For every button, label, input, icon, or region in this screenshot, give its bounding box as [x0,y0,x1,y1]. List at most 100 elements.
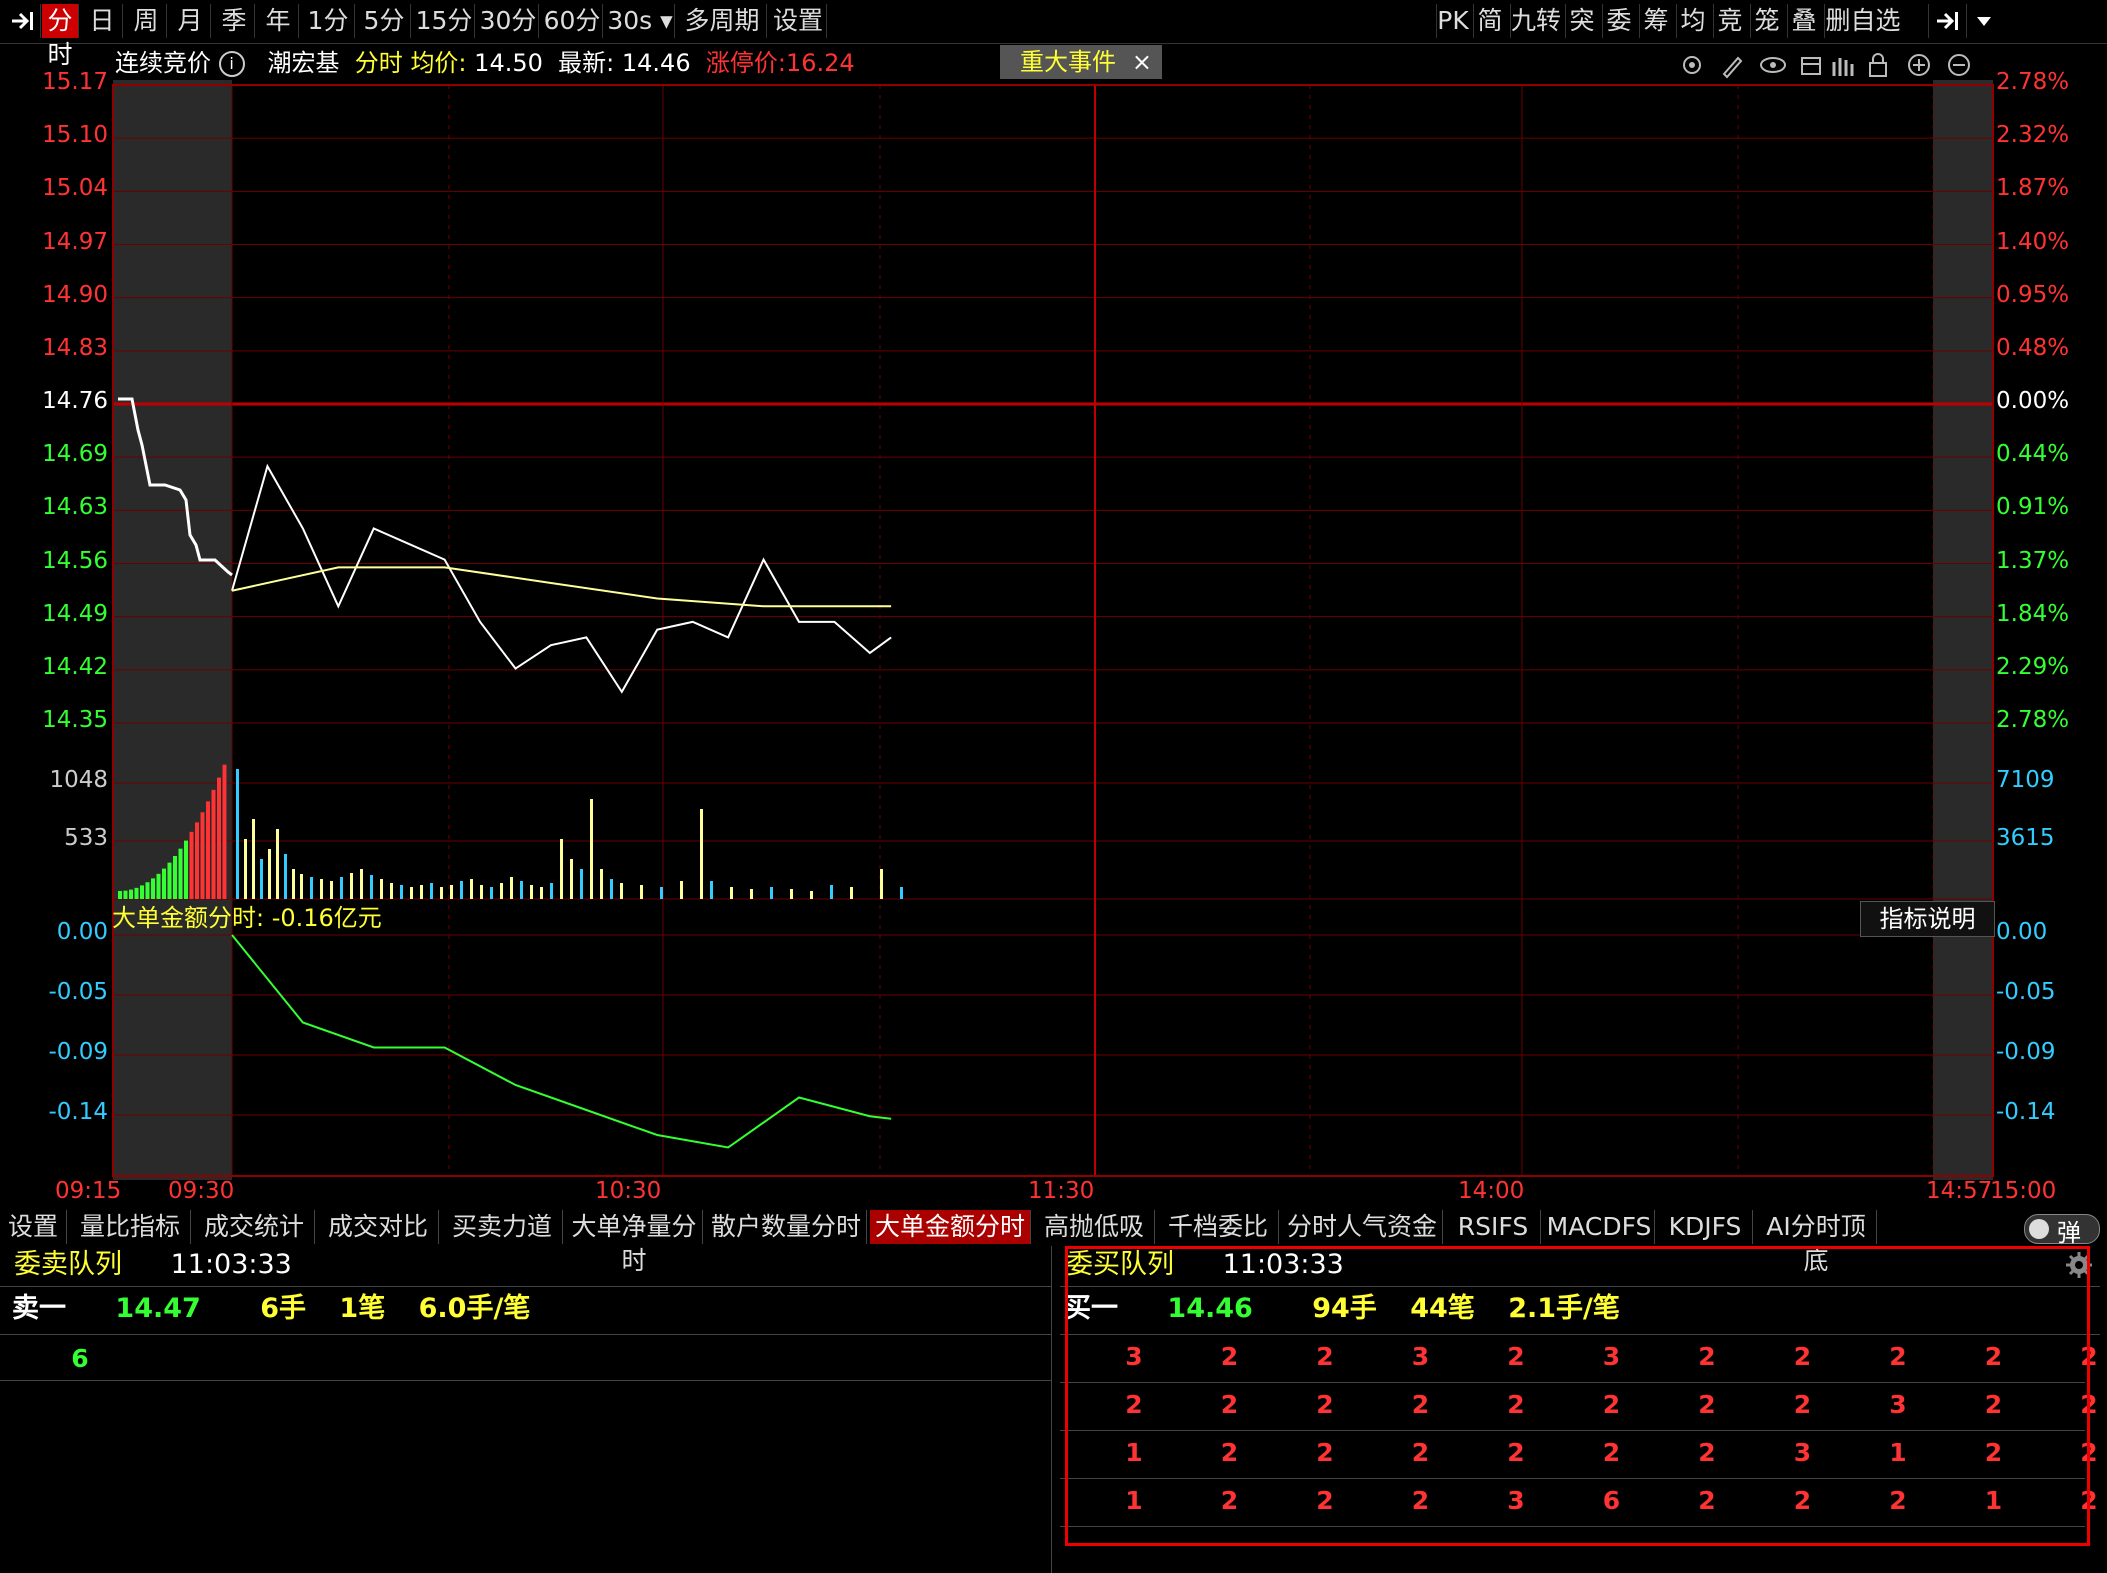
volume-bar [570,859,573,899]
time-tick: 14:00 [1458,1178,1525,1204]
indicator-tab-12[interactable]: MACDFS [1544,1210,1655,1244]
buy-order-item: 2 [1698,1390,1716,1419]
price-tick-left: 14.63 [42,494,108,521]
buy-level: 买一 [1064,1293,1118,1324]
volume-bar [410,887,413,899]
volume-bar [610,879,613,899]
auction-volume-bar [195,822,199,899]
price-tick-left: 15.17 [42,69,108,95]
pct-tick-right: 2.32% [1996,122,2070,149]
buy-order-item: 2 [1793,1390,1812,1419]
avg-price-line [231,566,892,608]
indicator-tab-6[interactable]: 散户数量分时 [706,1210,867,1244]
auction-volume-bar [156,873,161,899]
buy-order-item: 2 [1698,1342,1716,1371]
indicator-tab-14[interactable]: AI分时顶底 [1756,1210,1877,1275]
price-tick-left: 14.90 [42,281,108,308]
auction-volume-bar [178,848,183,899]
indicator-explain-button[interactable]: 指标说明 [1860,901,1995,937]
buy-order-item: 2 [1889,1486,1907,1515]
volume-bar [700,809,703,899]
indicator-tab-0[interactable]: 设置 [0,1210,67,1244]
indicator-title: 大单金额分时: -0.16亿元 [112,904,382,932]
volume-bar [260,859,263,899]
volume-bar [900,887,903,899]
buy-order-item: 3 [1602,1342,1621,1371]
indicator-tick-right: -0.09 [1996,1039,2056,1065]
buy-orders: 44笔 [1410,1293,1475,1324]
indicator-tab-1[interactable]: 量比指标 [70,1210,191,1244]
indicator-tab-2[interactable]: 成交统计 [194,1210,315,1244]
volume-bar [850,887,853,899]
indicator-tick-right: 0.00 [1996,919,2048,945]
pct-tick-right: 2.29% [1996,653,2070,680]
indicator-tick-right: -0.14 [1996,1099,2056,1125]
auction-volume-bar [118,891,122,899]
pct-tick-right: 1.84% [1996,600,2070,627]
volume-bar [276,829,279,899]
time-tick: 15:00 [1990,1178,2057,1204]
pct-tick-right: 0.00% [1996,388,2070,414]
popup-toggle[interactable]: 弹 [2024,1214,2100,1247]
time-tick: 09:30 [168,1178,235,1204]
volume-bar [590,799,593,899]
auction-volume-bar [222,764,227,899]
price-tick-left: 14.69 [42,441,108,468]
volume-bar [430,883,433,899]
volume-bar [310,877,313,899]
buy-order-item: 2 [1411,1438,1430,1467]
auction-volume-bar [211,789,216,899]
volume-bar [600,869,603,899]
buy-order-item: 2 [1507,1438,1525,1467]
buy-order-item: 2 [1602,1438,1621,1467]
sell-order-item: 6 [71,1344,89,1373]
auction-volume-bar [123,890,128,899]
indicator-tab-7[interactable]: 大单金额分时 [870,1210,1031,1244]
queue-row-divider [1060,1526,2085,1527]
indicator-tab-9[interactable]: 千档委比 [1158,1210,1279,1244]
price-tick-left: 14.76 [42,388,108,414]
auction-volume-bar [129,889,133,899]
chart-frame [112,84,1994,1177]
time-tick: 09:15 [55,1178,122,1204]
price-tick-left: 14.42 [42,653,108,680]
indicator-tab-5[interactable]: 大单净量分时 [566,1210,703,1275]
indicator-tab-13[interactable]: KDJFS [1658,1210,1753,1244]
volume-bar [490,887,493,899]
queue-row-divider [1060,1430,2085,1431]
volume-bar [680,881,683,899]
indicator-tab-4[interactable]: 买卖力道 [442,1210,563,1244]
price-tick-left: 15.04 [42,175,108,202]
buy-order-item: 2 [1698,1438,1716,1467]
volume-bar [880,869,883,899]
sell-level: 卖一 [12,1293,66,1324]
buy-order-item: 2 [2080,1486,2098,1515]
auction-volume-bar [162,868,166,899]
indicator-tab-11[interactable]: RSIFS [1446,1210,1541,1244]
pct-tick-right: 0.48% [1996,334,2070,361]
buy-order-item: 2 [1411,1486,1430,1515]
volume-bar [380,879,383,899]
indicator-tab-3[interactable]: 成交对比 [318,1210,439,1244]
indicator-tab-10[interactable]: 分时人气资金 [1282,1210,1443,1244]
buy-order-item: 2 [1984,1438,2003,1467]
auction-volume-bar [200,812,205,899]
volume-bar [530,885,533,899]
volume-bar [330,881,333,899]
buy-order-item: 2 [1316,1342,1334,1371]
buy-order-item: 3 [1793,1438,1812,1467]
sell-avg: 6.0手/笔 [418,1293,531,1324]
buy-order-item: 1 [1125,1486,1143,1515]
indicator-tab-8[interactable]: 高抛低吸 [1034,1210,1155,1244]
buy-order-item: 2 [1220,1486,1239,1515]
price-tick-left: 15.10 [42,122,108,149]
gear-icon[interactable] [2064,1250,2094,1280]
queue-row-divider [1060,1478,2085,1479]
volume-tick-right: 3615 [1996,825,2055,851]
volume-tick-left: 1048 [49,767,108,793]
buy-order-item: 2 [1698,1486,1716,1515]
buy-price: 14.46 [1167,1293,1253,1324]
auction-volume-bar [184,840,188,899]
volume-bar [244,839,247,899]
auction-volume-bar [217,777,221,899]
